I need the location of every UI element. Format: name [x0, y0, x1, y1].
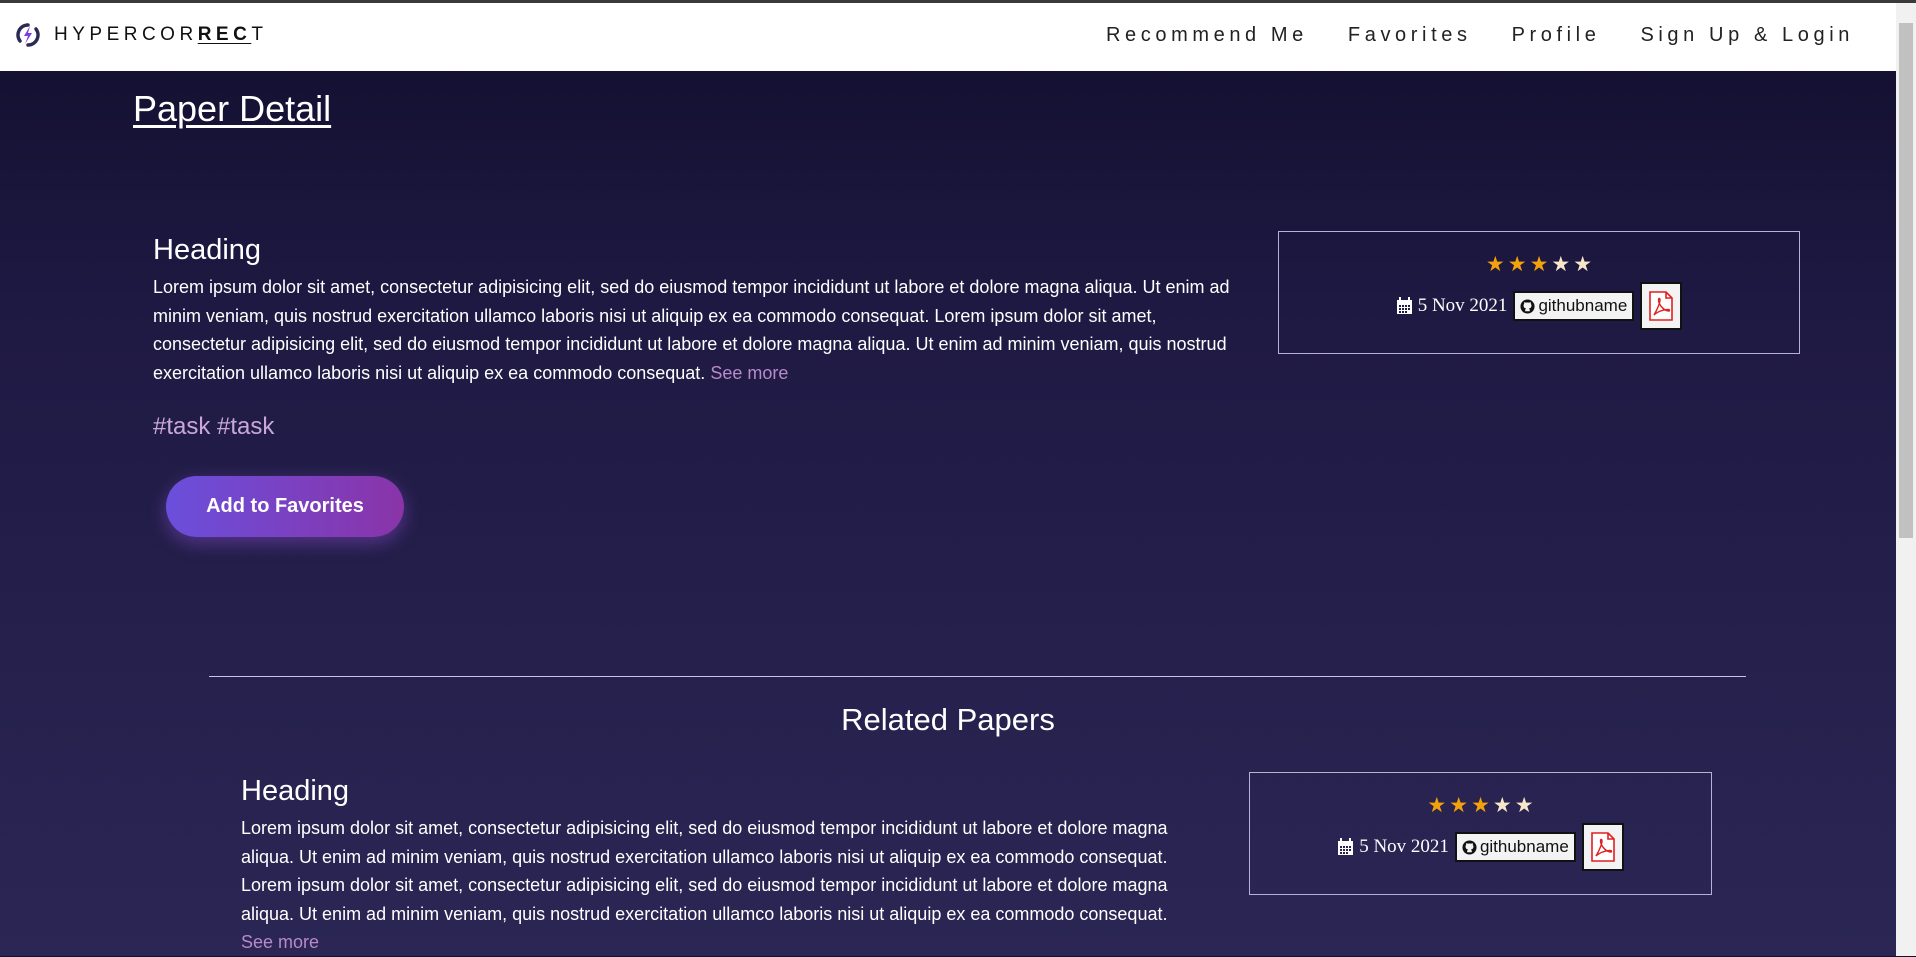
paper-detail: Heading Lorem ipsum dolor sit amet, cons…	[153, 234, 1233, 441]
related-papers-title: Related Papers	[841, 702, 1055, 737]
star-icon[interactable]: ★	[1551, 254, 1570, 276]
nav-profile[interactable]: Profile	[1512, 24, 1601, 47]
star-icon[interactable]: ★	[1508, 254, 1527, 276]
publish-date-text: 5 Nov 2021	[1417, 295, 1508, 316]
pdf-icon	[1590, 832, 1615, 862]
brand-name: HYPERCORRECT	[54, 24, 268, 45]
github-name: githubname	[1479, 837, 1569, 856]
add-to-favorites-button[interactable]: Add to Favorites	[166, 476, 404, 537]
star-icon[interactable]: ★	[1486, 254, 1505, 276]
nav-recommend-me[interactable]: Recommend Me	[1106, 24, 1308, 47]
paper-abstract: Lorem ipsum dolor sit amet, consectetur …	[153, 273, 1233, 387]
rating-stars: ★ ★ ★ ★ ★	[1486, 254, 1592, 276]
section-divider	[209, 676, 1746, 677]
calendar-icon	[1338, 838, 1354, 855]
paper-heading: Heading	[153, 234, 262, 266]
navbar: HYPERCORRECT Recommend Me Favorites Prof…	[0, 3, 1896, 71]
vertical-scrollbar[interactable]	[1896, 3, 1916, 956]
star-icon[interactable]: ★	[1449, 795, 1468, 817]
nav-sign-up-login[interactable]: Sign Up & Login	[1640, 24, 1854, 47]
scrollbar-thumb[interactable]	[1899, 23, 1913, 538]
brand-logo[interactable]: HYPERCORRECT	[16, 23, 267, 47]
paper-meta-box: ★ ★ ★ ★ ★ 5 Nov 2021 githubname	[1278, 231, 1800, 354]
page-title: Paper Detail	[133, 88, 332, 129]
related-see-more-link[interactable]: See more	[241, 932, 319, 952]
publish-date: 5 Nov 2021	[1337, 836, 1449, 858]
github-icon	[1520, 298, 1535, 314]
paper-tags[interactable]: #task #task	[153, 413, 1233, 441]
star-icon[interactable]: ★	[1427, 795, 1446, 817]
rating-stars: ★ ★ ★ ★ ★	[1427, 795, 1533, 817]
related-paper-heading: Heading	[241, 775, 350, 807]
related-paper-item: Heading Lorem ipsum dolor sit amet, cons…	[241, 775, 1201, 957]
meta-row: 5 Nov 2021 githubname	[1396, 282, 1683, 330]
logo-icon	[16, 23, 40, 47]
related-paper-abstract: Lorem ipsum dolor sit amet, consectetur …	[241, 814, 1201, 957]
publish-date-text: 5 Nov 2021	[1359, 836, 1449, 857]
star-icon[interactable]: ★	[1515, 795, 1534, 817]
github-button[interactable]: githubname	[1454, 832, 1576, 862]
star-icon[interactable]: ★	[1493, 795, 1512, 817]
paper-abstract-text: Lorem ipsum dolor sit amet, consectetur …	[153, 277, 1230, 383]
star-icon[interactable]: ★	[1573, 254, 1592, 276]
meta-row: 5 Nov 2021 githubname	[1337, 823, 1624, 871]
calendar-icon	[1396, 297, 1412, 314]
publish-date: 5 Nov 2021	[1396, 295, 1508, 317]
github-icon	[1462, 839, 1477, 855]
related-paper-meta-box: ★ ★ ★ ★ ★ 5 Nov 2021 githubname	[1249, 772, 1712, 895]
star-icon[interactable]: ★	[1530, 254, 1549, 276]
see-more-link[interactable]: See more	[710, 363, 788, 383]
pdf-button[interactable]	[1581, 823, 1624, 871]
pdf-icon	[1649, 291, 1674, 321]
github-button[interactable]: githubname	[1513, 291, 1635, 321]
star-icon[interactable]: ★	[1471, 795, 1490, 817]
github-name: githubname	[1538, 296, 1628, 315]
nav-links: Recommend Me Favorites Profile Sign Up &…	[1106, 24, 1854, 47]
related-paper-abstract-text: Lorem ipsum dolor sit amet, consectetur …	[241, 818, 1168, 924]
pdf-button[interactable]	[1640, 282, 1683, 330]
nav-favorites[interactable]: Favorites	[1348, 24, 1472, 47]
